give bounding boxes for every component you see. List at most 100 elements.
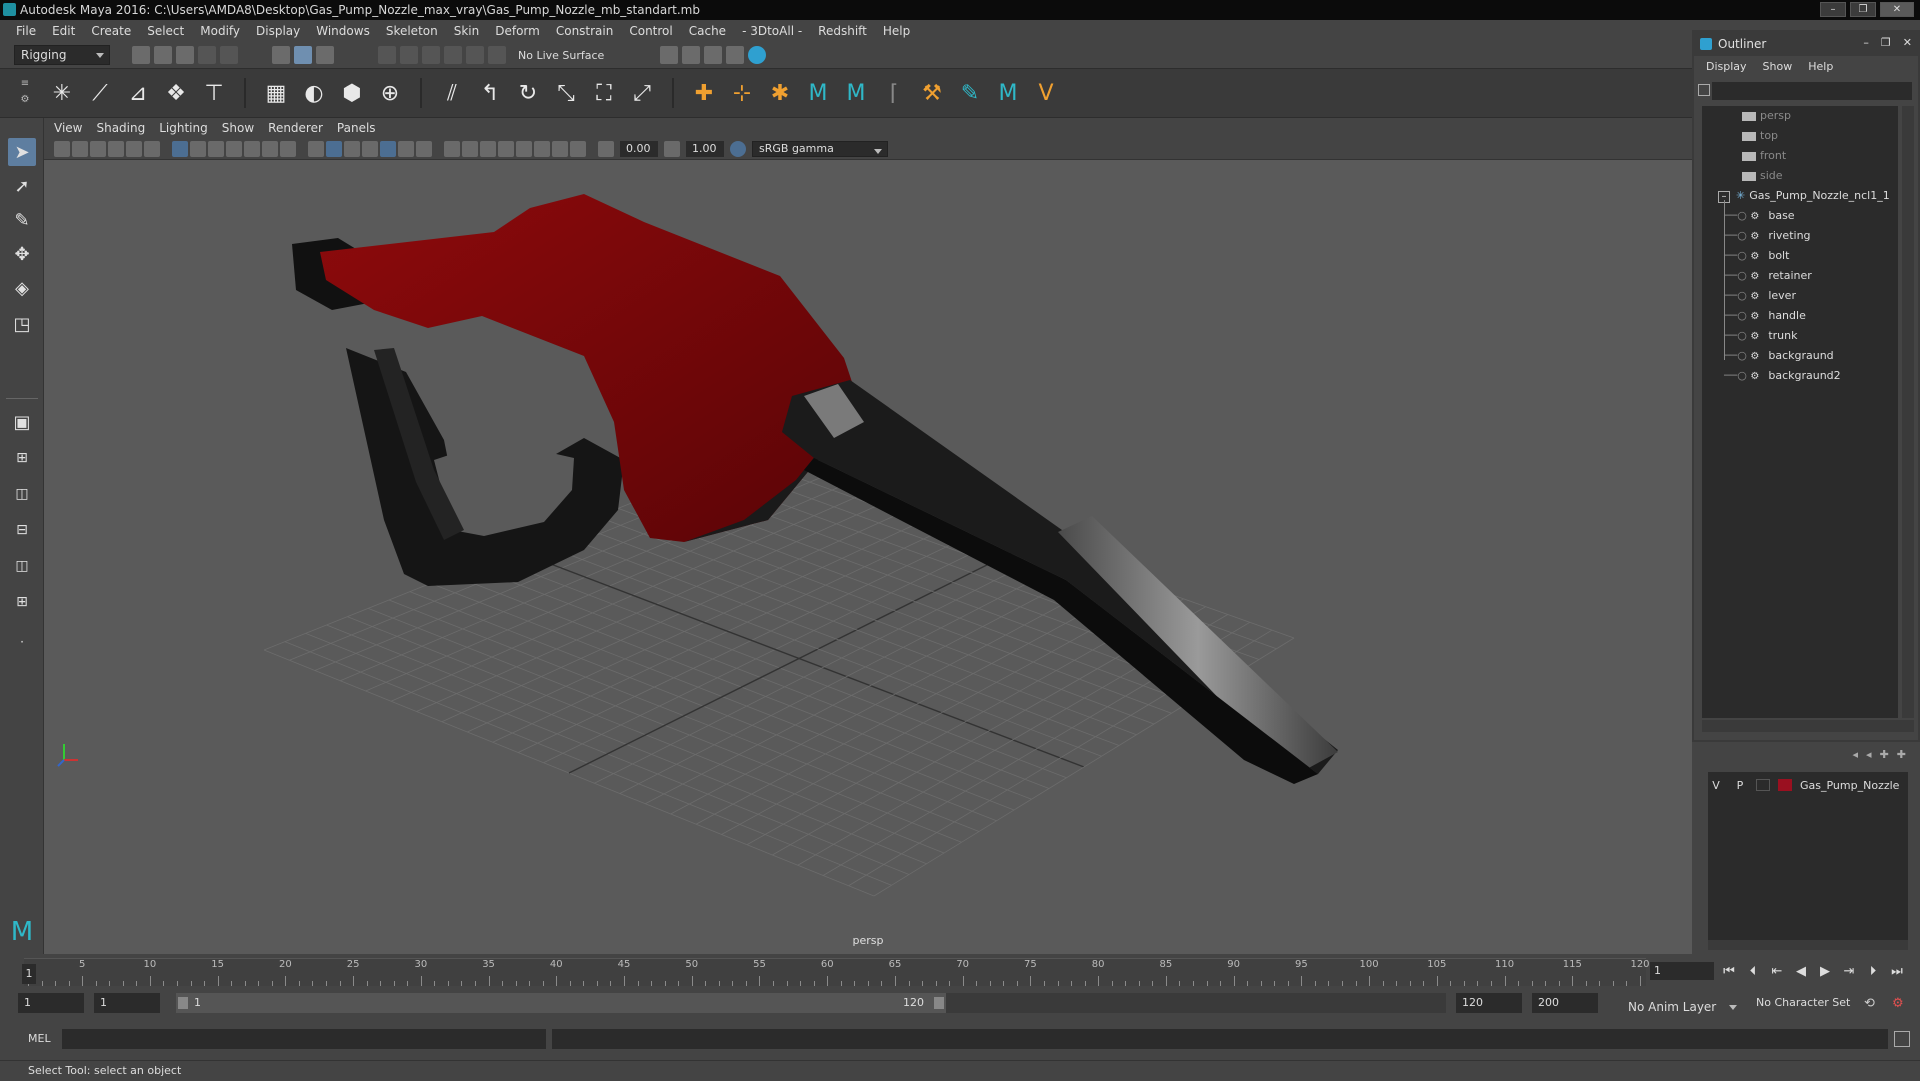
layer-type-toggle[interactable]	[1756, 779, 1770, 791]
step-back-key-icon[interactable]: ⇤	[1768, 964, 1786, 979]
playback-end-field[interactable]: 120	[1456, 993, 1522, 1013]
outliner-item-backgraund[interactable]: ──○ ⚙ backgraund	[1724, 346, 1834, 366]
paint-weights-icon[interactable]: ⊤	[200, 79, 228, 107]
paint-select-icon[interactable]: ✎	[8, 206, 36, 234]
menu-file[interactable]: File	[8, 24, 44, 38]
outliner-close-icon[interactable]: ✕	[1903, 36, 1912, 49]
default-material-icon[interactable]	[344, 140, 360, 157]
exposure-field[interactable]: 0.00	[620, 140, 658, 157]
end-time-field[interactable]: 200	[1532, 993, 1598, 1013]
ik-spline-icon[interactable]: ⊿	[124, 79, 152, 107]
joint-tool-icon[interactable]: ✳	[48, 79, 76, 107]
select-tool-icon[interactable]: ➤	[8, 138, 36, 166]
outliner-item-riveting[interactable]: ──○ ⚙ riveting	[1724, 226, 1811, 246]
restore-icon[interactable]: ❐	[1850, 2, 1876, 17]
move-tool-icon[interactable]: ✥	[8, 240, 36, 268]
new-scene-icon[interactable]	[132, 46, 150, 64]
outliner-item-top[interactable]: top	[1742, 126, 1778, 146]
redo-icon[interactable]	[220, 46, 238, 64]
outliner-restore-icon[interactable]: ❐	[1881, 36, 1891, 49]
auto-key-icon[interactable]: ⟲	[1864, 996, 1875, 1011]
vp-menu-panels[interactable]: Panels	[337, 121, 376, 135]
layer-hscrollbar[interactable]	[1708, 940, 1908, 950]
move-layer-down-icon[interactable]: ◂	[1866, 748, 1872, 761]
scale-constraint-icon[interactable]: ⤡	[552, 79, 580, 107]
render-view-icon[interactable]	[726, 46, 745, 64]
exposure-icon[interactable]	[598, 140, 614, 157]
ik-handle-icon[interactable]: ⟋	[86, 79, 114, 107]
outliner-item-base[interactable]: ──○ ⚙ base	[1724, 206, 1795, 226]
time-ruler[interactable]: 5 10 15 20 25 30 35 40 45 50 55 60 65 70 75 80 85 90 95 100…	[24, 958, 1650, 986]
point-constraint-icon[interactable]: ⫽	[438, 79, 466, 107]
anti-aliasing-icon[interactable]	[480, 140, 496, 157]
view-transform-dropdown[interactable]: sRGB gamma	[752, 140, 888, 157]
menu-windows[interactable]: Windows	[308, 24, 378, 38]
outliner-item-lever[interactable]: ──○ ⚙ lever	[1724, 286, 1796, 306]
outliner-menu-display[interactable]: Display	[1706, 60, 1747, 73]
joint-orient-icon[interactable]: ⊹	[728, 79, 756, 107]
go-to-end-icon[interactable]: ⏭	[1888, 964, 1906, 979]
anim-layer-dropdown[interactable]: No Anim Layer	[1622, 998, 1742, 1018]
current-frame-marker[interactable]: 1	[22, 964, 36, 984]
outliner-item-retainer[interactable]: ──○ ⚙ retainer	[1724, 266, 1812, 286]
undo-icon[interactable]	[198, 46, 216, 64]
menu-cache[interactable]: Cache	[681, 24, 734, 38]
menu-deform[interactable]: Deform	[487, 24, 548, 38]
ipr-render-icon[interactable]	[704, 46, 723, 64]
gate-mask-icon[interactable]	[226, 140, 242, 157]
snap-curve-icon[interactable]	[400, 46, 418, 64]
safe-title-icon[interactable]	[280, 140, 296, 157]
menu-modify[interactable]: Modify	[192, 24, 248, 38]
menu-3dtoall[interactable]: - 3DtoAll -	[734, 24, 810, 38]
outliner-item-persp[interactable]: persp	[1742, 106, 1791, 126]
move-layer-up-icon[interactable]: ◂	[1853, 748, 1859, 761]
snap-surface-icon[interactable]	[466, 46, 484, 64]
outliner-search-input[interactable]	[1712, 82, 1912, 100]
menu-select[interactable]: Select	[139, 24, 192, 38]
vp-menu-lighting[interactable]: Lighting	[159, 121, 208, 135]
save-scene-icon[interactable]	[176, 46, 194, 64]
layer-playback-toggle[interactable]: P	[1732, 779, 1748, 792]
live-surface-label[interactable]: No Live Surface	[518, 49, 604, 62]
playback-start-field[interactable]: 1	[94, 993, 160, 1013]
script-editor-icon[interactable]	[1894, 1031, 1910, 1047]
snap-view-icon[interactable]	[444, 46, 462, 64]
ambient-occlusion-icon[interactable]	[444, 140, 460, 157]
step-forward-icon[interactable]: ⏵	[1864, 964, 1882, 979]
gamma-icon[interactable]	[664, 140, 680, 157]
outliner-menu-show[interactable]: Show	[1763, 60, 1793, 73]
range-end-handle[interactable]	[934, 997, 944, 1009]
persp-outliner-icon[interactable]: ⊟	[8, 516, 36, 544]
menu-create[interactable]: Create	[83, 24, 139, 38]
render-settings-icon[interactable]	[660, 46, 679, 64]
outliner-filter-icon[interactable]	[1698, 84, 1710, 96]
layer-visibility-toggle[interactable]: V	[1708, 779, 1724, 792]
select-hierarchy-icon[interactable]	[272, 46, 290, 64]
single-view-icon[interactable]: ▣	[8, 408, 36, 436]
snap-magnet-icon[interactable]	[488, 46, 506, 64]
bind-skin-icon[interactable]: ❖	[162, 79, 190, 107]
vp-menu-show[interactable]: Show	[222, 121, 254, 135]
outliner-item-side[interactable]: side	[1742, 166, 1783, 186]
outliner-item-group[interactable]: – ✳ Gas_Pump_Nozzle_ncl1_1	[1718, 186, 1890, 206]
menu-skeleton[interactable]: Skeleton	[378, 24, 446, 38]
menu-skin[interactable]: Skin	[446, 24, 488, 38]
xray-icon[interactable]	[534, 140, 550, 157]
animation-prefs-icon[interactable]: ⚙	[1892, 996, 1904, 1011]
grease-pencil-icon[interactable]	[144, 140, 160, 157]
image-plane-icon[interactable]	[108, 140, 124, 157]
snap-grid-icon[interactable]	[378, 46, 396, 64]
script-language-label[interactable]: MEL	[28, 1032, 51, 1045]
current-frame-field[interactable]: 1	[1650, 962, 1714, 980]
range-slider[interactable]: 1 120	[176, 993, 946, 1013]
step-forward-key-icon[interactable]: ⇥	[1840, 964, 1858, 979]
2d-pan-icon[interactable]	[126, 140, 142, 157]
isolate-select-icon[interactable]	[516, 140, 532, 157]
four-view-icon[interactable]: ⊞	[8, 444, 36, 472]
menu-constrain[interactable]: Constrain	[548, 24, 622, 38]
bookmark-icon[interactable]	[90, 140, 106, 157]
scale-tool-icon[interactable]: ◳	[8, 310, 36, 338]
smooth-shade-icon[interactable]	[326, 140, 342, 157]
menu-redshift[interactable]: Redshift	[810, 24, 875, 38]
character-set-dropdown[interactable]: No Character Set	[1752, 993, 1862, 1013]
